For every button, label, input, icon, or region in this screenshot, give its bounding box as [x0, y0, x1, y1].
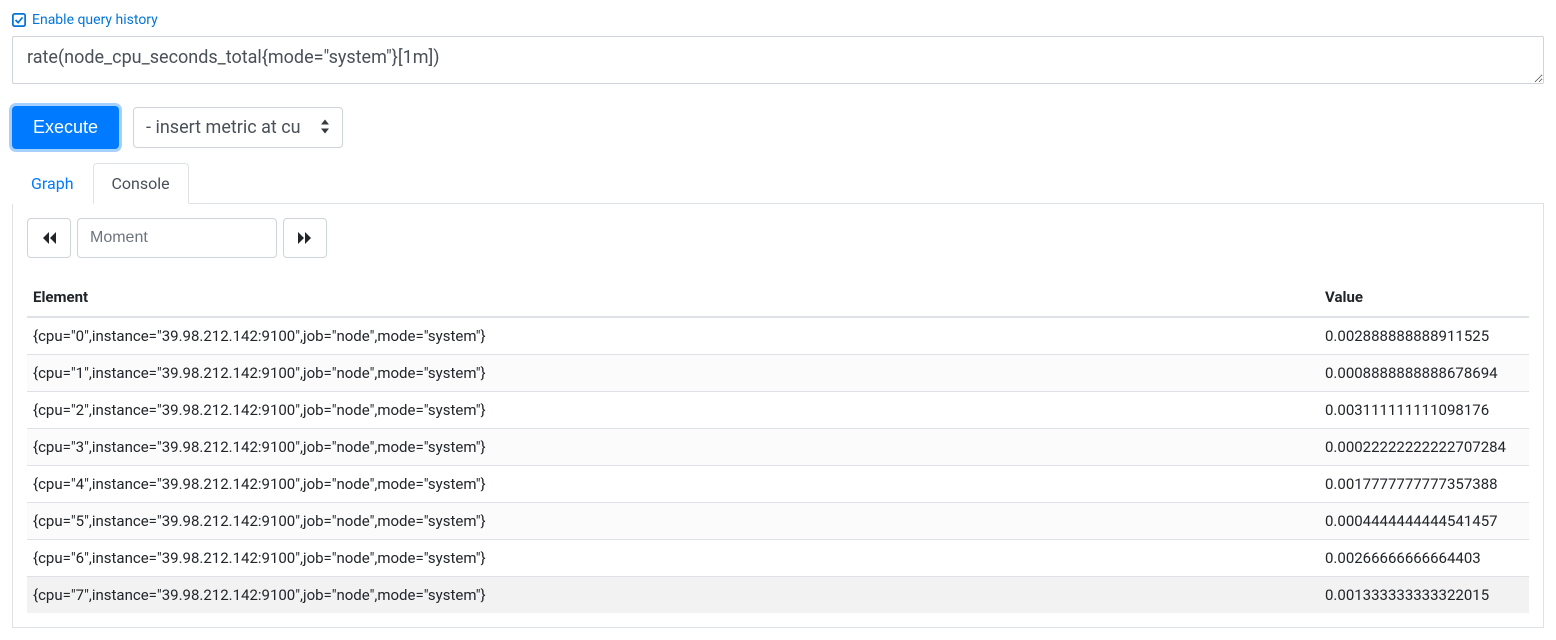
cell-value: 0.001333333333322015	[1319, 577, 1529, 614]
cell-value: 0.0017777777777357388	[1319, 466, 1529, 503]
metric-select-label: - insert metric at cu	[146, 117, 301, 138]
enable-history-link[interactable]: Enable query history	[12, 12, 158, 28]
table-row: {cpu="3",instance="39.98.212.142:9100",j…	[27, 429, 1529, 466]
tab-console[interactable]: Console	[93, 163, 189, 204]
console-panel: Element Value {cpu="0",instance="39.98.2…	[12, 204, 1544, 628]
cell-value: 0.0008888888888678694	[1319, 355, 1529, 392]
sort-icon	[320, 117, 330, 138]
col-value-header: Value	[1319, 278, 1529, 317]
col-element-header: Element	[27, 278, 1319, 317]
moment-prev-button[interactable]	[27, 218, 71, 258]
cell-value: 0.00022222222222707284	[1319, 429, 1529, 466]
metric-select[interactable]: - insert metric at cu	[133, 107, 343, 148]
cell-value: 0.002888888888911525	[1319, 317, 1529, 355]
cell-element: {cpu="4",instance="39.98.212.142:9100",j…	[27, 466, 1319, 503]
cell-element: {cpu="2",instance="39.98.212.142:9100",j…	[27, 392, 1319, 429]
checkbox-icon	[12, 13, 26, 27]
execute-button[interactable]: Execute	[12, 106, 119, 149]
cell-element: {cpu="0",instance="39.98.212.142:9100",j…	[27, 317, 1319, 355]
cell-element: {cpu="6",instance="39.98.212.142:9100",j…	[27, 540, 1319, 577]
moment-input[interactable]	[77, 218, 277, 258]
cell-element: {cpu="1",instance="39.98.212.142:9100",j…	[27, 355, 1319, 392]
cell-element: {cpu="3",instance="39.98.212.142:9100",j…	[27, 429, 1319, 466]
double-chevron-left-icon	[41, 231, 57, 245]
table-row: {cpu="0",instance="39.98.212.142:9100",j…	[27, 317, 1529, 355]
cell-value: 0.00266666666664403	[1319, 540, 1529, 577]
tabs: Graph Console	[12, 163, 1544, 204]
cell-value: 0.0004444444444541457	[1319, 503, 1529, 540]
table-row: {cpu="2",instance="39.98.212.142:9100",j…	[27, 392, 1529, 429]
query-input[interactable]	[12, 36, 1544, 84]
cell-value: 0.003111111111098176	[1319, 392, 1529, 429]
results-table: Element Value {cpu="0",instance="39.98.2…	[27, 278, 1529, 613]
double-chevron-right-icon	[297, 231, 313, 245]
table-row: {cpu="7",instance="39.98.212.142:9100",j…	[27, 577, 1529, 614]
history-link-label: Enable query history	[32, 12, 158, 28]
table-row: {cpu="4",instance="39.98.212.142:9100",j…	[27, 466, 1529, 503]
tab-graph[interactable]: Graph	[12, 163, 93, 204]
table-row: {cpu="5",instance="39.98.212.142:9100",j…	[27, 503, 1529, 540]
moment-next-button[interactable]	[283, 218, 327, 258]
cell-element: {cpu="7",instance="39.98.212.142:9100",j…	[27, 577, 1319, 614]
cell-element: {cpu="5",instance="39.98.212.142:9100",j…	[27, 503, 1319, 540]
table-row: {cpu="1",instance="39.98.212.142:9100",j…	[27, 355, 1529, 392]
table-row: {cpu="6",instance="39.98.212.142:9100",j…	[27, 540, 1529, 577]
